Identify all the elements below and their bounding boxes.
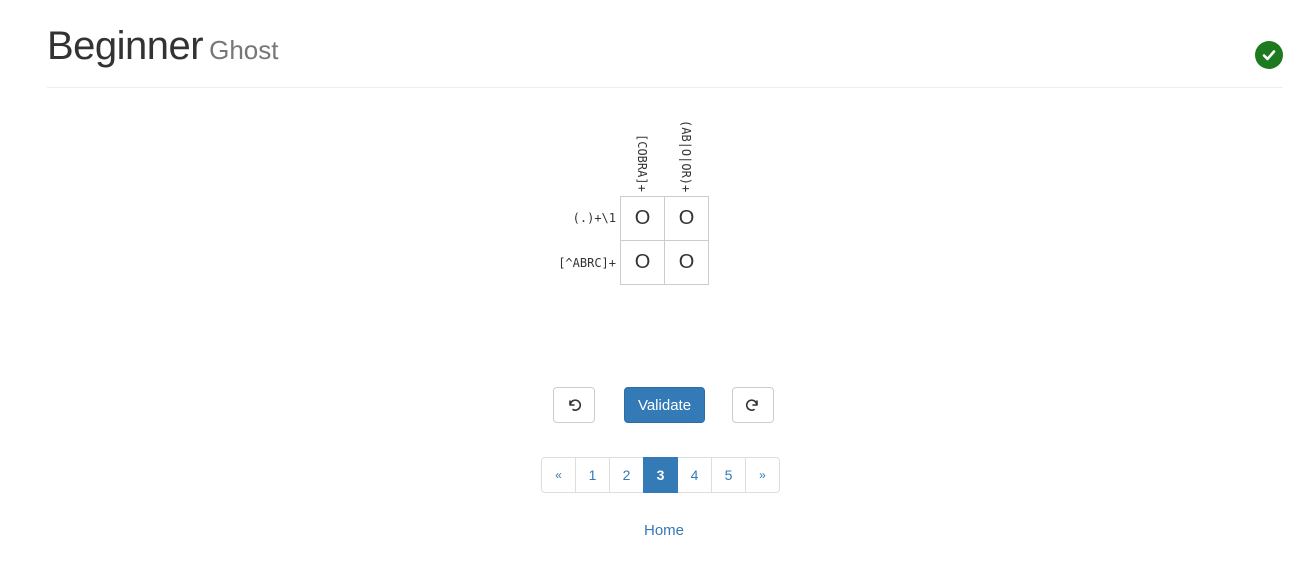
undo-icon [569,399,582,411]
check-circle-icon [1255,41,1283,69]
grid-row [620,240,709,285]
pagination-prev[interactable]: « [541,457,576,493]
level-pagination: « 1 2 3 4 5 » [541,457,780,493]
page-title: Beginner Ghost [47,24,279,69]
column-clue-2: (AB|O|OR)+ [679,119,693,192]
grid-cell[interactable] [664,240,709,285]
cell-input-r2c2[interactable] [666,242,707,283]
grid-row [620,196,709,241]
pagination-page-2[interactable]: 2 [609,457,644,493]
cell-input-r1c1[interactable] [622,198,663,239]
cell-input-r1c2[interactable] [666,198,707,239]
answer-grid [620,196,709,285]
pagination-page-1[interactable]: 1 [575,457,610,493]
grid-cell[interactable] [620,240,665,285]
home-link-container: Home [0,522,1302,539]
pagination-page-5[interactable]: 5 [711,457,746,493]
column-clue-1: [COBRA]+ [635,134,649,192]
pagination-next[interactable]: » [745,457,780,493]
level-title: Beginner [47,24,204,68]
pagination-page-4[interactable]: 4 [677,457,712,493]
redo-button[interactable] [732,387,774,423]
page-header: Beginner Ghost [47,20,1283,88]
pagination-page-3-active[interactable]: 3 [643,457,678,493]
validate-button[interactable]: Validate [624,387,705,423]
home-link[interactable]: Home [644,522,684,539]
redo-icon [745,399,758,411]
row-clue-2: [^ABRC]+ [558,256,616,270]
grid-cell[interactable] [664,196,709,241]
cell-input-r2c1[interactable] [622,242,663,283]
grid-cell[interactable] [620,196,665,241]
row-clue-1: (.)+\1 [572,211,616,225]
regex-crossword-puzzle: [COBRA]+ (AB|O|OR)+ (.)+\1 [^ABRC]+ [520,108,740,288]
puzzle-name: Ghost [209,35,279,65]
undo-button[interactable] [553,387,595,423]
page: Beginner Ghost [COBRA]+ (AB|O|OR)+ (.)+\1… [0,0,1302,574]
